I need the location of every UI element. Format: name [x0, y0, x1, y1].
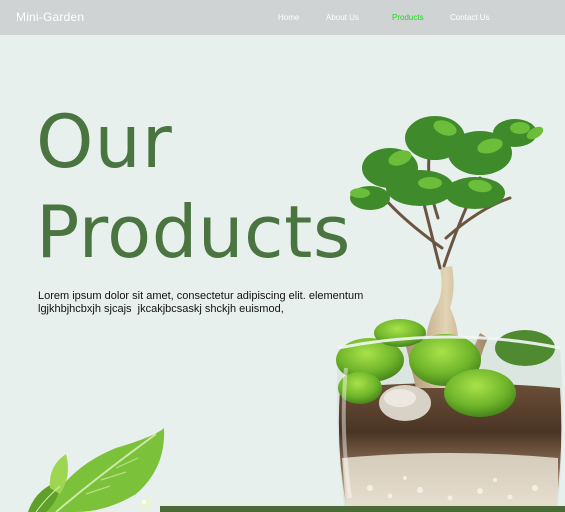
bottom-accent-bar	[160, 506, 565, 512]
green-leaves-image	[28, 428, 165, 512]
navbar: Mini-Garden Home About Us Products Conta…	[0, 0, 565, 35]
nav-link-home[interactable]: Home	[278, 13, 299, 22]
page-title-line-2: Products	[36, 190, 351, 274]
brand-logo[interactable]: Mini-Garden	[16, 10, 84, 24]
nav-link-contact-us[interactable]: Contact Us	[450, 13, 490, 22]
nav-link-products[interactable]: Products	[392, 13, 424, 22]
page-title-line-1: Our	[36, 100, 173, 185]
bonsai-terrarium-image	[336, 116, 563, 506]
nav-link-about-us[interactable]: About Us	[326, 13, 359, 22]
